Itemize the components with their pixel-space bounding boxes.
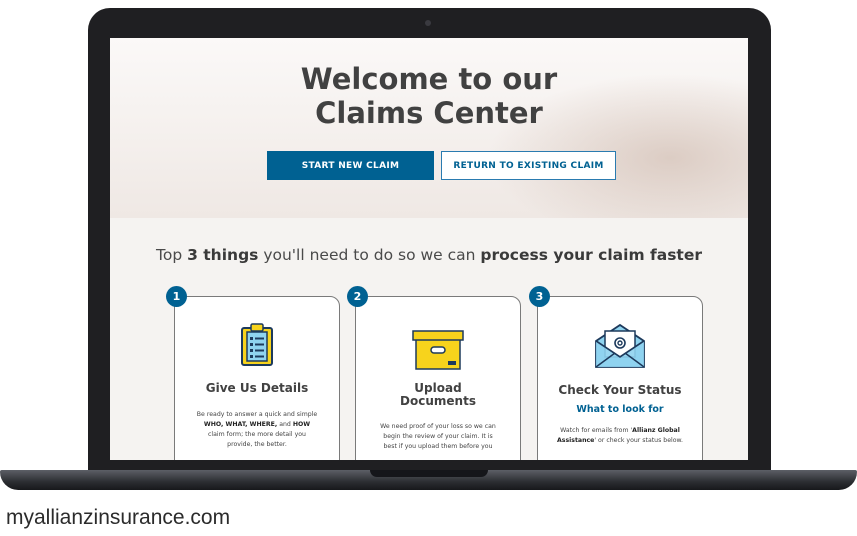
return-to-existing-claim-button[interactable]: RETURN TO EXISTING CLAIM (441, 151, 616, 180)
card-description: Be ready to answer a quick and simple WH… (196, 411, 318, 448)
camera-dot (425, 20, 431, 26)
card-subtitle-link[interactable]: What to look for (538, 404, 702, 415)
step-number-badge: 2 (347, 286, 368, 307)
step-number-badge: 3 (529, 286, 550, 307)
laptop-notch (370, 470, 488, 477)
card-title: Check Your Status (558, 383, 682, 397)
document-box-icon (412, 327, 464, 376)
section-title: Top 3 things you'll need to do so we can… (156, 246, 702, 264)
browser-screen: Welcome to our Claims Center START NEW C… (110, 38, 748, 460)
laptop-frame: Welcome to our Claims Center START NEW C… (88, 8, 771, 470)
card-check-your-status: Check Your Status What to look for Watch… (537, 296, 703, 460)
card-give-us-details: Give Us Details Be ready to answer a qui… (174, 296, 340, 460)
start-new-claim-button[interactable]: START NEW CLAIM (267, 151, 434, 180)
site-caption: myallianzinsurance.com (6, 506, 231, 529)
card-description: We need proof of your loss so we can beg… (380, 423, 496, 450)
card-description: Watch for emails from 'Allianz Global As… (557, 427, 683, 444)
card-title-line2: Documents (400, 394, 476, 408)
card-title: Give Us Details (205, 381, 309, 395)
hero-title-line1: Welcome to our (300, 62, 558, 96)
step-number-badge: 1 (166, 286, 187, 307)
email-envelope-icon (593, 323, 647, 374)
card-upload-documents: Upload Documents We need proof of your l… (355, 296, 521, 460)
hero-title-line2: Claims Center (315, 96, 543, 130)
hero-banner: Welcome to our Claims Center START NEW C… (110, 38, 748, 218)
clipboard-checklist-icon (240, 323, 274, 372)
